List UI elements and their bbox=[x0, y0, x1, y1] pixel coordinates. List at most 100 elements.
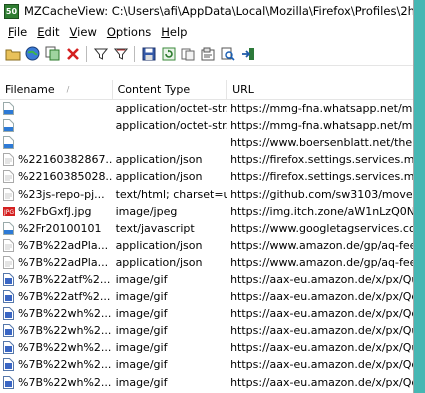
cell-url: https://www.googletagservices.com/ bbox=[230, 221, 413, 235]
file-text-icon bbox=[3, 153, 14, 167]
globe-icon[interactable] bbox=[24, 45, 41, 63]
menu-file-rest: ile bbox=[13, 25, 28, 39]
column-url[interactable]: URL bbox=[227, 80, 413, 100]
gif-image-icon bbox=[3, 272, 14, 286]
cell-filename: %7B%22atf%2... bbox=[0, 288, 113, 305]
table-row[interactable]: %7B%22wh%2... image/gif https://aax-eu.ama… bbox=[0, 305, 413, 322]
column-content-type-label: Content Type bbox=[117, 83, 191, 96]
table-header: Filename / Content Type URL bbox=[0, 80, 413, 100]
file-blank-icon bbox=[3, 136, 14, 150]
cell-content-type: image/gif bbox=[115, 375, 168, 389]
menu-bar: File Edit View Options Help bbox=[0, 22, 413, 42]
table-row[interactable]: application/octet-str... https://mmg-fna.… bbox=[0, 117, 413, 134]
cell-content-type: application/json bbox=[115, 153, 203, 167]
column-filename[interactable]: Filename / bbox=[0, 80, 113, 100]
app-icon: 50 bbox=[4, 3, 19, 19]
cell-filename: %7B%22adPla... bbox=[0, 237, 113, 254]
menu-file[interactable]: File bbox=[3, 25, 32, 39]
menu-help-rest: elp bbox=[169, 25, 188, 39]
file-text-icon bbox=[3, 170, 14, 184]
title-bar[interactable]: 50 MZCacheView: C:\Users\afi\AppData\Loc… bbox=[0, 0, 413, 22]
table-row[interactable]: %7B%22wh%2... image/gif https://aax-eu.ama… bbox=[0, 322, 413, 339]
cell-url: https://aax-eu.amazon.de/x/px/Qqv bbox=[230, 307, 413, 321]
column-url-label: URL bbox=[232, 83, 254, 96]
table-row[interactable]: %7B%22wh%2... image/gif https://aax-eu.ama… bbox=[0, 356, 413, 373]
cell-url: https://aax-eu.amazon.de/x/px/Qqv bbox=[230, 358, 413, 372]
copy-clipboard-icon[interactable] bbox=[180, 45, 197, 63]
cell-url: https://firefox.settings.services.mozil bbox=[230, 153, 413, 167]
filename-text: %7B%22adPla... bbox=[18, 255, 109, 269]
filename-text: %7B%22wh%2... bbox=[18, 375, 112, 389]
cell-filename: %2Fr20100101 bbox=[0, 220, 113, 237]
toolbar bbox=[0, 42, 413, 66]
cell-url: https://mmg-fna.whatsapp.net/mm bbox=[230, 119, 413, 133]
file-text-icon bbox=[3, 187, 14, 201]
delete-icon[interactable] bbox=[64, 45, 81, 63]
column-content-type[interactable]: Content Type bbox=[113, 80, 228, 100]
filter-icon[interactable] bbox=[92, 45, 109, 63]
table-row[interactable]: https://www.boersenblatt.net/theme bbox=[0, 134, 413, 151]
table-row[interactable]: %22160385028... application/json https://f… bbox=[0, 168, 413, 185]
cell-filename: %7B%22adPla... bbox=[0, 254, 113, 271]
cell-content-type: application/json bbox=[115, 238, 203, 252]
table-row[interactable]: %7B%22wh%2... image/gif https://aax-eu.ama… bbox=[0, 374, 413, 391]
cell-filename: %7B%22wh%2... bbox=[0, 322, 113, 339]
open-folder-icon[interactable] bbox=[4, 45, 21, 63]
table-row[interactable]: %22160382867... application/json https://f… bbox=[0, 151, 413, 168]
find-icon[interactable] bbox=[220, 45, 237, 63]
cell-url: https://github.com/sw3103/moveme bbox=[230, 187, 413, 201]
table-row[interactable]: %23js-repo-pj... text/html; charset=u...h… bbox=[0, 185, 413, 202]
cell-url: https://aax-eu.amazon.de/x/px/QuC bbox=[230, 324, 413, 338]
table-row[interactable]: JPG %2FbGxfJ.jpg image/jpeg https://img.itc… bbox=[0, 203, 413, 220]
menu-help[interactable]: Help bbox=[156, 25, 192, 39]
cell-filename bbox=[0, 100, 113, 117]
table-body: application/octet-str... https://mmg-fna.… bbox=[0, 100, 413, 391]
cell-filename: %7B%22wh%2... bbox=[0, 339, 113, 356]
cell-filename: JPG %2FbGxfJ.jpg bbox=[0, 203, 113, 220]
save-icon[interactable] bbox=[140, 45, 157, 63]
svg-text:JPG: JPG bbox=[3, 209, 14, 216]
menu-edit[interactable]: Edit bbox=[32, 25, 64, 39]
cell-content-type: text/javascript bbox=[115, 221, 195, 235]
filter-alt-icon[interactable] bbox=[112, 45, 129, 63]
sort-indicator: / bbox=[66, 85, 70, 94]
cell-filename: %7B%22wh%2... bbox=[0, 305, 113, 322]
table-row[interactable]: %7B%22atf%2... image/gif https://aax-eu.am… bbox=[0, 288, 413, 305]
filename-text: %22160385028... bbox=[18, 170, 113, 184]
cell-url: https://img.itch.zone/aW1nLzQ0ND/ bbox=[230, 204, 413, 218]
menu-options[interactable]: Options bbox=[102, 25, 156, 39]
exit-icon[interactable] bbox=[240, 45, 257, 63]
cell-filename: %7B%22wh%2... bbox=[0, 356, 113, 373]
table-row[interactable]: application/octet-str... https://mmg-fna.… bbox=[0, 100, 413, 117]
filename-text: %2Fr20100101 bbox=[18, 221, 102, 235]
filename-text: %7B%22atf%2... bbox=[18, 290, 111, 304]
cell-content-type: image/gif bbox=[115, 307, 168, 321]
cell-content-type: application/octet-str... bbox=[115, 102, 228, 116]
window-title: MZCacheView: C:\Users\afi\AppData\Local\… bbox=[24, 4, 413, 18]
copy-icon[interactable] bbox=[44, 45, 61, 63]
filename-text: %7B%22adPla... bbox=[18, 238, 109, 252]
cell-content-type bbox=[113, 134, 228, 151]
table-row[interactable]: %7B%22wh%2... image/gif https://aax-eu.ama… bbox=[0, 339, 413, 356]
file-text-icon bbox=[3, 255, 14, 269]
cell-filename: %22160382867... bbox=[0, 151, 113, 168]
cell-content-type: image/gif bbox=[115, 358, 168, 372]
cell-filename: %23js-repo-pj... bbox=[0, 186, 113, 203]
cell-url: https://aax-eu.amazon.de/x/px/QuC bbox=[230, 272, 413, 286]
cell-filename: %22160385028... bbox=[0, 168, 113, 185]
table-row[interactable]: %7B%22atf%2... image/gif https://aax-eu.am… bbox=[0, 271, 413, 288]
filename-text: %22160382867... bbox=[18, 153, 113, 167]
cache-table: Filename / Content Type URL application/… bbox=[0, 80, 413, 393]
properties-icon[interactable] bbox=[200, 45, 217, 63]
table-row[interactable]: %7B%22adPla... application/json https://ww… bbox=[0, 237, 413, 254]
gif-image-icon bbox=[3, 290, 14, 304]
file-blank-icon bbox=[3, 102, 14, 116]
menu-view[interactable]: View bbox=[65, 25, 102, 39]
gif-image-icon bbox=[3, 341, 14, 355]
cell-url: https://www.amazon.de/gp/aq-feed bbox=[230, 255, 413, 269]
file-text-icon bbox=[3, 238, 14, 252]
refresh-icon[interactable] bbox=[160, 45, 177, 63]
table-row[interactable]: %2Fr20100101 text/javascript https://www.g… bbox=[0, 220, 413, 237]
table-row[interactable]: %7B%22adPla... application/json https://ww… bbox=[0, 254, 413, 271]
cell-content-type: image/gif bbox=[115, 290, 168, 304]
